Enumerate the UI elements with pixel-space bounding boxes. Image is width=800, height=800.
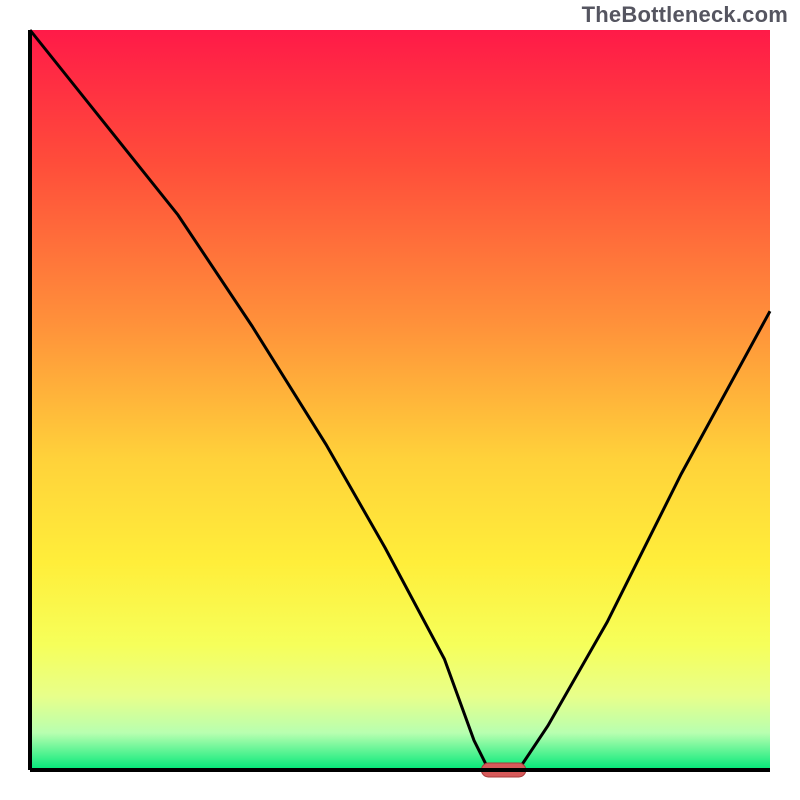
plot-background — [30, 30, 770, 770]
chart-svg — [0, 0, 800, 800]
bottleneck-chart: TheBottleneck.com — [0, 0, 800, 800]
watermark-label: TheBottleneck.com — [582, 2, 788, 28]
